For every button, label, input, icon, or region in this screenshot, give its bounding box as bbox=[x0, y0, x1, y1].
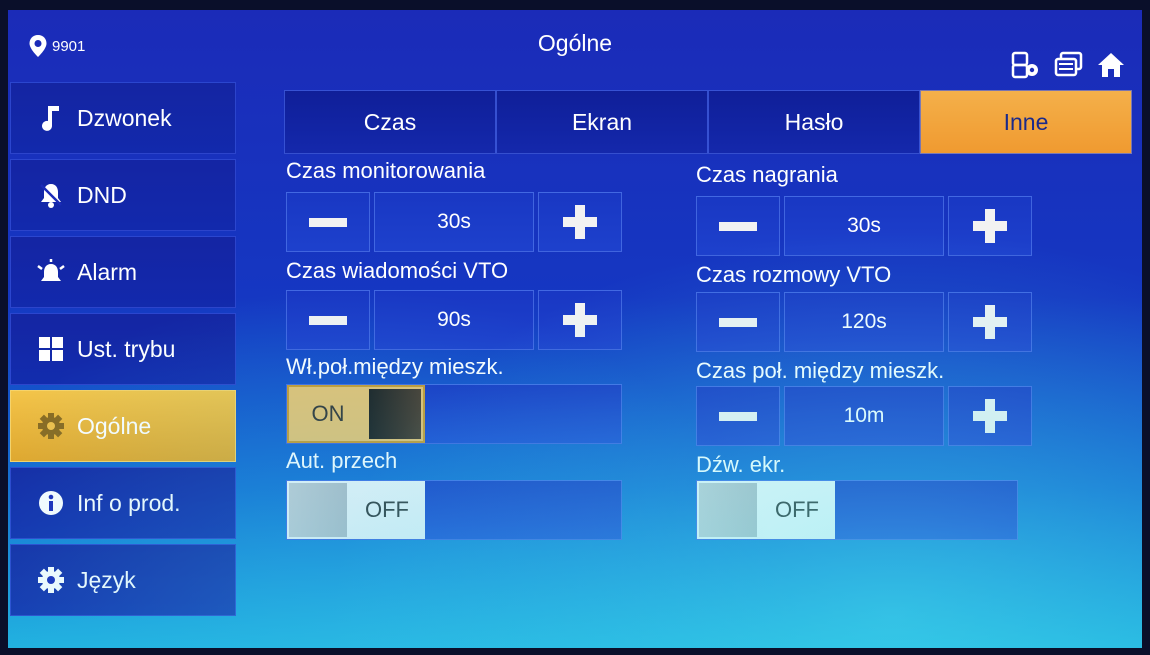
intercom-enable-toggle-track: ON bbox=[286, 384, 622, 444]
minus-icon bbox=[719, 221, 757, 231]
sidebar-item-jezyk[interactable]: Język bbox=[10, 544, 236, 616]
monitoring-time-increase-button[interactable] bbox=[538, 192, 622, 252]
recording-time-increase-button[interactable] bbox=[948, 196, 1032, 256]
page-title: Ogólne bbox=[537, 30, 613, 56]
tab-bar: Czas Ekran Hasło Inne bbox=[284, 90, 1132, 154]
gear-icon bbox=[35, 411, 67, 441]
recording-time-label: Czas nagrania bbox=[696, 162, 838, 187]
sidebar-item-label: Ogólne bbox=[77, 412, 152, 439]
vto-message-time-stepper: 90s bbox=[286, 290, 622, 350]
bell-mute-icon bbox=[35, 180, 67, 210]
plus-icon bbox=[563, 205, 597, 239]
sidebar-item-label: Język bbox=[77, 566, 136, 593]
monitoring-time-label: Czas monitorowania bbox=[286, 158, 486, 183]
alarm-icon bbox=[35, 257, 67, 287]
vto-message-time-decrease-button[interactable] bbox=[286, 290, 370, 350]
minus-icon bbox=[309, 315, 347, 325]
toggle-state-text: ON bbox=[311, 401, 345, 426]
tab-ekran[interactable]: Ekran bbox=[496, 90, 708, 154]
vto-talk-time-stepper: 120s bbox=[696, 292, 1032, 352]
tab-haslo[interactable]: Hasło bbox=[708, 90, 920, 154]
minus-icon bbox=[719, 317, 757, 327]
intercom-enable-label: Wł.poł.między mieszk. bbox=[286, 354, 504, 379]
auto-snapshot-label: Aut. przech bbox=[286, 448, 398, 473]
sidebar-item-dnd[interactable]: DND bbox=[10, 159, 236, 231]
grid-icon bbox=[35, 334, 67, 364]
sidebar-item-ust-trybu[interactable]: Ust. trybu bbox=[10, 313, 236, 385]
monitoring-time-decrease-button[interactable] bbox=[286, 192, 370, 252]
intercom-time-stepper: 10m bbox=[696, 386, 1032, 446]
recording-time-value: 30s bbox=[784, 196, 944, 256]
vto-talk-time-increase-button[interactable] bbox=[948, 292, 1032, 352]
device-screen: 9901 Ogólne Dzwonek DND Alarm Ust. trybu… bbox=[8, 10, 1142, 648]
intercom-time-decrease-button[interactable] bbox=[696, 386, 780, 446]
sidebar-item-label: Dzwonek bbox=[77, 104, 172, 131]
tab-czas[interactable]: Czas bbox=[284, 90, 496, 154]
sidebar-item-alarm[interactable]: Alarm bbox=[10, 236, 236, 308]
minus-icon bbox=[309, 217, 347, 227]
intercom-time-label: Czas poł. między mieszk. bbox=[696, 358, 945, 383]
vto-message-time-increase-button[interactable] bbox=[538, 290, 622, 350]
info-icon bbox=[35, 488, 67, 518]
sidebar-item-label: Inf o prod. bbox=[77, 489, 181, 516]
intercom-enable-toggle[interactable]: ON bbox=[287, 385, 425, 443]
screen-sound-label: Dźw. ekr. bbox=[696, 452, 786, 477]
gear-icon bbox=[35, 565, 67, 595]
plus-icon bbox=[563, 303, 597, 337]
network-settings-icon[interactable] bbox=[1010, 50, 1044, 80]
plus-icon bbox=[973, 209, 1007, 243]
screen-sound-toggle[interactable]: OFF bbox=[697, 481, 835, 539]
minus-icon bbox=[719, 411, 757, 421]
plus-icon bbox=[973, 305, 1007, 339]
recording-time-decrease-button[interactable] bbox=[696, 196, 780, 256]
toggle-knob bbox=[289, 483, 347, 537]
monitoring-time-stepper: 30s bbox=[286, 192, 622, 252]
intercom-time-increase-button[interactable] bbox=[948, 386, 1032, 446]
sidebar-item-label: Ust. trybu bbox=[77, 335, 176, 362]
vto-message-time-label: Czas wiadomości VTO bbox=[286, 258, 509, 283]
intercom-time-value: 10m bbox=[784, 386, 944, 446]
auto-snapshot-toggle[interactable]: OFF bbox=[287, 481, 425, 539]
screen-sound-toggle-track: OFF bbox=[696, 480, 1018, 540]
music-note-icon bbox=[35, 103, 67, 133]
home-icon[interactable] bbox=[1094, 50, 1128, 80]
auto-snapshot-toggle-track: OFF bbox=[286, 480, 622, 540]
vto-message-time-value: 90s bbox=[374, 290, 534, 350]
sidebar-item-ogolne[interactable]: Ogólne bbox=[10, 390, 236, 462]
toggle-knob bbox=[699, 483, 757, 537]
plus-icon bbox=[973, 399, 1007, 433]
vto-talk-time-label: Czas rozmowy VTO bbox=[696, 262, 892, 287]
recording-time-stepper: 30s bbox=[696, 196, 1032, 256]
sidebar-item-label: DND bbox=[77, 181, 127, 208]
vto-talk-time-value: 120s bbox=[784, 292, 944, 352]
sidebar-item-dzwonek[interactable]: Dzwonek bbox=[10, 82, 236, 154]
toggle-knob bbox=[369, 389, 421, 439]
toggle-state-text: OFF bbox=[775, 497, 819, 522]
vto-talk-time-decrease-button[interactable] bbox=[696, 292, 780, 352]
monitoring-time-value: 30s bbox=[374, 192, 534, 252]
sidebar-item-label: Alarm bbox=[77, 258, 138, 285]
tab-inne[interactable]: Inne bbox=[920, 90, 1132, 154]
header-bar: 9901 Ogólne bbox=[8, 10, 1142, 79]
toggle-state-text: OFF bbox=[365, 497, 409, 522]
sidebar-item-inf-o-prod[interactable]: Inf o prod. bbox=[10, 467, 236, 539]
windows-icon[interactable] bbox=[1052, 50, 1086, 80]
header-icons bbox=[1010, 50, 1128, 80]
